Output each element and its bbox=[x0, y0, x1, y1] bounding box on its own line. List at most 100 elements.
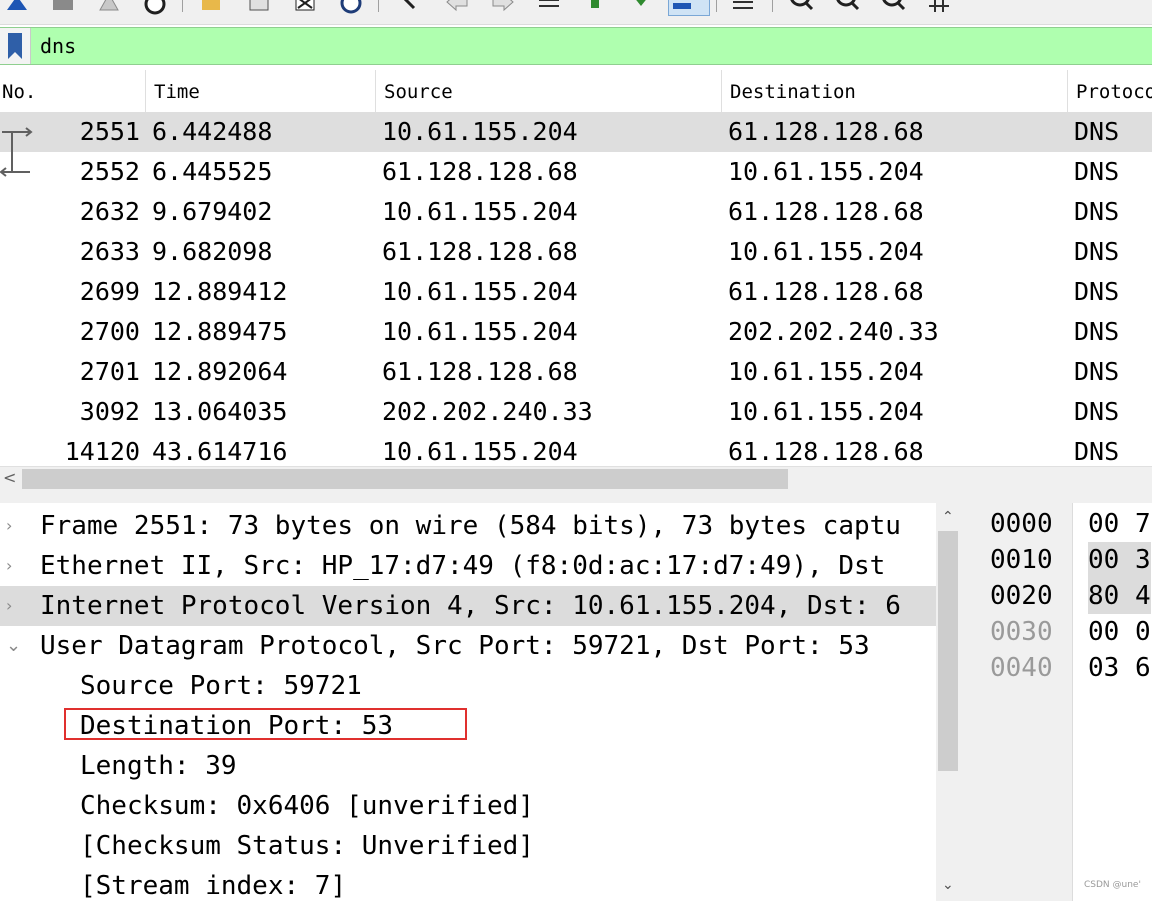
collapse-arrow-icon[interactable]: ⌄ bbox=[6, 626, 21, 666]
packet-row[interactable]: 2632 9.679402 10.61.155.204 61.128.128.68 DN… bbox=[0, 192, 1152, 232]
watermark: CSDN @une' bbox=[1084, 880, 1141, 890]
packet-no: 2632 bbox=[79, 197, 140, 226]
details-vertical-scrollbar[interactable]: ⌃ ⌄ bbox=[936, 503, 960, 901]
packet-destination: 202.202.240.33 bbox=[728, 317, 939, 346]
byte-hex-line[interactable]: 03 6 bbox=[1088, 650, 1151, 686]
scroll-down-icon[interactable]: ⌄ bbox=[942, 877, 954, 893]
packet-list-horizontal-scrollbar[interactable]: < bbox=[0, 466, 1152, 491]
packet-no: 2700 bbox=[79, 317, 140, 346]
detail-row-label: User Datagram Protocol, Src Port: 59721,… bbox=[40, 631, 870, 661]
udp-field-checksum[interactable]: Checksum: 0x6406 [unverified] bbox=[0, 786, 936, 826]
packet-bytes-pane: 0000 0010 0020 0030 0040 00 7 00 3 80 4 … bbox=[972, 503, 1152, 901]
byte-offset: 0040 bbox=[990, 653, 1053, 683]
packet-details-pane: › Frame 2551: 73 bytes on wire (584 bits… bbox=[0, 503, 962, 901]
packet-row[interactable]: 2551 6.442488 10.61.155.204 61.128.128.68 DN… bbox=[0, 112, 1152, 152]
expand-arrow-icon[interactable]: › bbox=[6, 586, 12, 626]
udp-field-checksum-status[interactable]: [Checksum Status: Unverified] bbox=[0, 826, 936, 866]
packet-no: 2633 bbox=[79, 237, 140, 266]
detail-row-label: Internet Protocol Version 4, Src: 10.61.… bbox=[40, 591, 901, 621]
packet-row[interactable]: 2633 9.682098 61.128.128.68 10.61.155.204 DN… bbox=[0, 232, 1152, 272]
detail-row-label: Frame 2551: 73 bytes on wire (584 bits),… bbox=[40, 511, 901, 541]
go-to-packet-icon[interactable] bbox=[536, 0, 562, 16]
packet-time: 9.682098 bbox=[152, 237, 273, 266]
packet-row[interactable]: 2699 12.889412 10.61.155.204 61.128.128.68 D… bbox=[0, 272, 1152, 312]
packet-source: 61.128.128.68 bbox=[382, 237, 578, 266]
packet-row[interactable]: 2701 12.892064 61.128.128.68 10.61.155.204 D… bbox=[0, 352, 1152, 392]
pane-vertical-splitter[interactable] bbox=[960, 503, 972, 901]
go-last-icon[interactable] bbox=[628, 0, 654, 16]
display-filter-input[interactable]: dns bbox=[40, 32, 76, 60]
save-file-icon[interactable] bbox=[246, 0, 272, 16]
packet-time: 6.442488 bbox=[152, 117, 273, 146]
column-header-protocol[interactable]: Protoco bbox=[1068, 70, 1152, 112]
stop-capture-icon[interactable] bbox=[50, 0, 76, 16]
packet-destination: 61.128.128.68 bbox=[728, 277, 924, 306]
detail-row-udp[interactable]: ⌄ User Datagram Protocol, Src Port: 5972… bbox=[0, 626, 936, 666]
detail-row-ipv4[interactable]: › Internet Protocol Version 4, Src: 10.6… bbox=[0, 586, 936, 626]
restart-capture-icon[interactable] bbox=[96, 0, 122, 16]
detail-row-frame[interactable]: › Frame 2551: 73 bytes on wire (584 bits… bbox=[0, 506, 936, 546]
shark-fin-start-icon[interactable] bbox=[4, 0, 30, 16]
packet-source: 61.128.128.68 bbox=[382, 357, 578, 386]
packet-time: 6.445525 bbox=[152, 157, 273, 186]
zoom-in-icon[interactable] bbox=[788, 0, 814, 16]
packet-row[interactable]: 3092 13.064035 202.202.240.33 10.61.155.204… bbox=[0, 392, 1152, 432]
udp-field-length[interactable]: Length: 39 bbox=[0, 746, 936, 786]
go-back-icon[interactable] bbox=[444, 0, 470, 16]
packet-source: 10.61.155.204 bbox=[382, 117, 578, 146]
resize-columns-icon[interactable] bbox=[926, 0, 952, 16]
open-file-icon[interactable] bbox=[198, 0, 224, 16]
packet-source: 10.61.155.204 bbox=[382, 277, 578, 306]
filter-bookmark-button[interactable] bbox=[0, 28, 31, 64]
byte-hex-line[interactable]: 00 3 bbox=[1088, 542, 1151, 578]
reload-file-icon[interactable] bbox=[338, 0, 364, 16]
find-packet-icon[interactable] bbox=[398, 0, 424, 16]
vertical-scroll-thumb[interactable] bbox=[938, 531, 958, 771]
expand-arrow-icon[interactable]: › bbox=[6, 506, 12, 546]
autoscroll-icon[interactable] bbox=[668, 0, 710, 16]
destination-port-highlight-box bbox=[64, 708, 467, 740]
packet-protocol: DNS bbox=[1074, 237, 1120, 266]
udp-field-source-port[interactable]: Source Port: 59721 bbox=[0, 666, 936, 706]
packet-row[interactable]: 2552 6.445525 61.128.128.68 10.61.155.204 DN… bbox=[0, 152, 1152, 192]
packet-protocol: DNS bbox=[1074, 317, 1120, 346]
scroll-up-icon[interactable]: ⌃ bbox=[942, 509, 954, 525]
related-request-icon bbox=[2, 127, 33, 152]
udp-field-stream-index[interactable]: [Stream index: 7] bbox=[0, 866, 936, 901]
byte-hex-line[interactable]: 80 4 bbox=[1088, 578, 1151, 614]
bookmark-icon bbox=[8, 33, 22, 59]
packet-protocol: DNS bbox=[1074, 157, 1120, 186]
zoom-out-icon[interactable] bbox=[834, 0, 860, 16]
packet-time: 12.892064 bbox=[152, 357, 288, 386]
go-forward-icon[interactable] bbox=[490, 0, 516, 16]
packet-list: No. Time Source Destination Protoco 2551… bbox=[0, 70, 1152, 490]
byte-offset: 0020 bbox=[990, 581, 1053, 611]
packet-protocol: DNS bbox=[1074, 277, 1120, 306]
byte-hex-line[interactable]: 00 7 bbox=[1088, 506, 1151, 542]
packet-no: 3092 bbox=[79, 397, 140, 426]
scroll-left-icon[interactable]: < bbox=[3, 468, 16, 487]
column-header-time[interactable]: Time bbox=[146, 70, 376, 112]
horizontal-scroll-thumb[interactable] bbox=[22, 469, 788, 489]
packet-source: 10.61.155.204 bbox=[382, 197, 578, 226]
capture-options-icon[interactable] bbox=[142, 0, 168, 16]
packet-row[interactable]: 2700 12.889475 10.61.155.204 202.202.240.33… bbox=[0, 312, 1152, 352]
pane-splitter[interactable] bbox=[0, 491, 1152, 503]
column-header-source[interactable]: Source bbox=[376, 70, 722, 112]
column-header-destination[interactable]: Destination bbox=[722, 70, 1068, 112]
byte-hex-line[interactable]: 00 0 bbox=[1088, 614, 1151, 650]
packet-source: 202.202.240.33 bbox=[382, 397, 593, 426]
expand-arrow-icon[interactable]: › bbox=[6, 546, 12, 586]
column-header-no[interactable]: No. bbox=[0, 70, 146, 112]
related-response-icon bbox=[0, 152, 30, 177]
toolbar-separator bbox=[716, 0, 717, 12]
zoom-normal-icon[interactable] bbox=[880, 0, 906, 16]
close-file-icon[interactable] bbox=[292, 0, 318, 16]
byte-offset: 0000 bbox=[990, 509, 1053, 539]
detail-field-label: [Stream index: 7] bbox=[80, 871, 347, 901]
packet-destination: 61.128.128.68 bbox=[728, 117, 924, 146]
detail-row-ethernet[interactable]: › Ethernet II, Src: HP_17:d7:49 (f8:0d:a… bbox=[0, 546, 936, 586]
packet-destination: 10.61.155.204 bbox=[728, 237, 924, 266]
go-first-icon[interactable] bbox=[582, 0, 608, 16]
colorize-icon[interactable] bbox=[730, 0, 756, 16]
